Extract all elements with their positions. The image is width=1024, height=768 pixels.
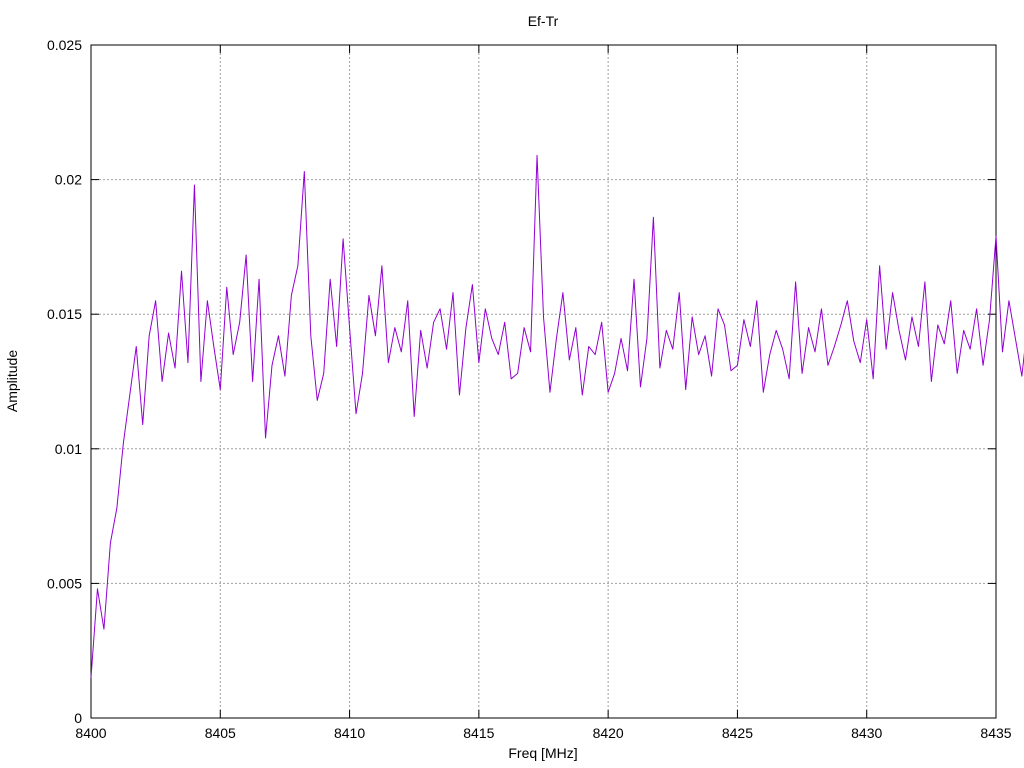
y-tick-label: 0.01 (55, 441, 82, 457)
x-tick-label: 8410 (334, 725, 365, 741)
y-tick-label: 0.015 (47, 306, 82, 322)
x-tick-label: 8435 (980, 725, 1011, 741)
chart: 8400 8405 8410 8415 8420 8425 8430 8435 0 0.005 0… (0, 0, 1024, 768)
x-axis-label: Freq [MHz] (508, 745, 577, 761)
y-axis-label: Amplitude (4, 350, 20, 412)
y-tick-label: 0.025 (47, 37, 82, 53)
y-tick-label: 0.02 (55, 172, 82, 188)
x-tick-label: 8415 (463, 725, 494, 741)
chart-background (0, 0, 1024, 768)
x-tick-label: 8400 (75, 725, 106, 741)
y-tick-label: 0.005 (47, 575, 82, 591)
x-tick-label: 8405 (205, 725, 236, 741)
chart-title: Ef-Tr (528, 13, 559, 29)
x-tick-label: 8425 (722, 725, 753, 741)
x-tick-label: 8430 (851, 725, 882, 741)
y-tick-label: 0 (74, 710, 82, 726)
x-tick-label: 8420 (593, 725, 624, 741)
